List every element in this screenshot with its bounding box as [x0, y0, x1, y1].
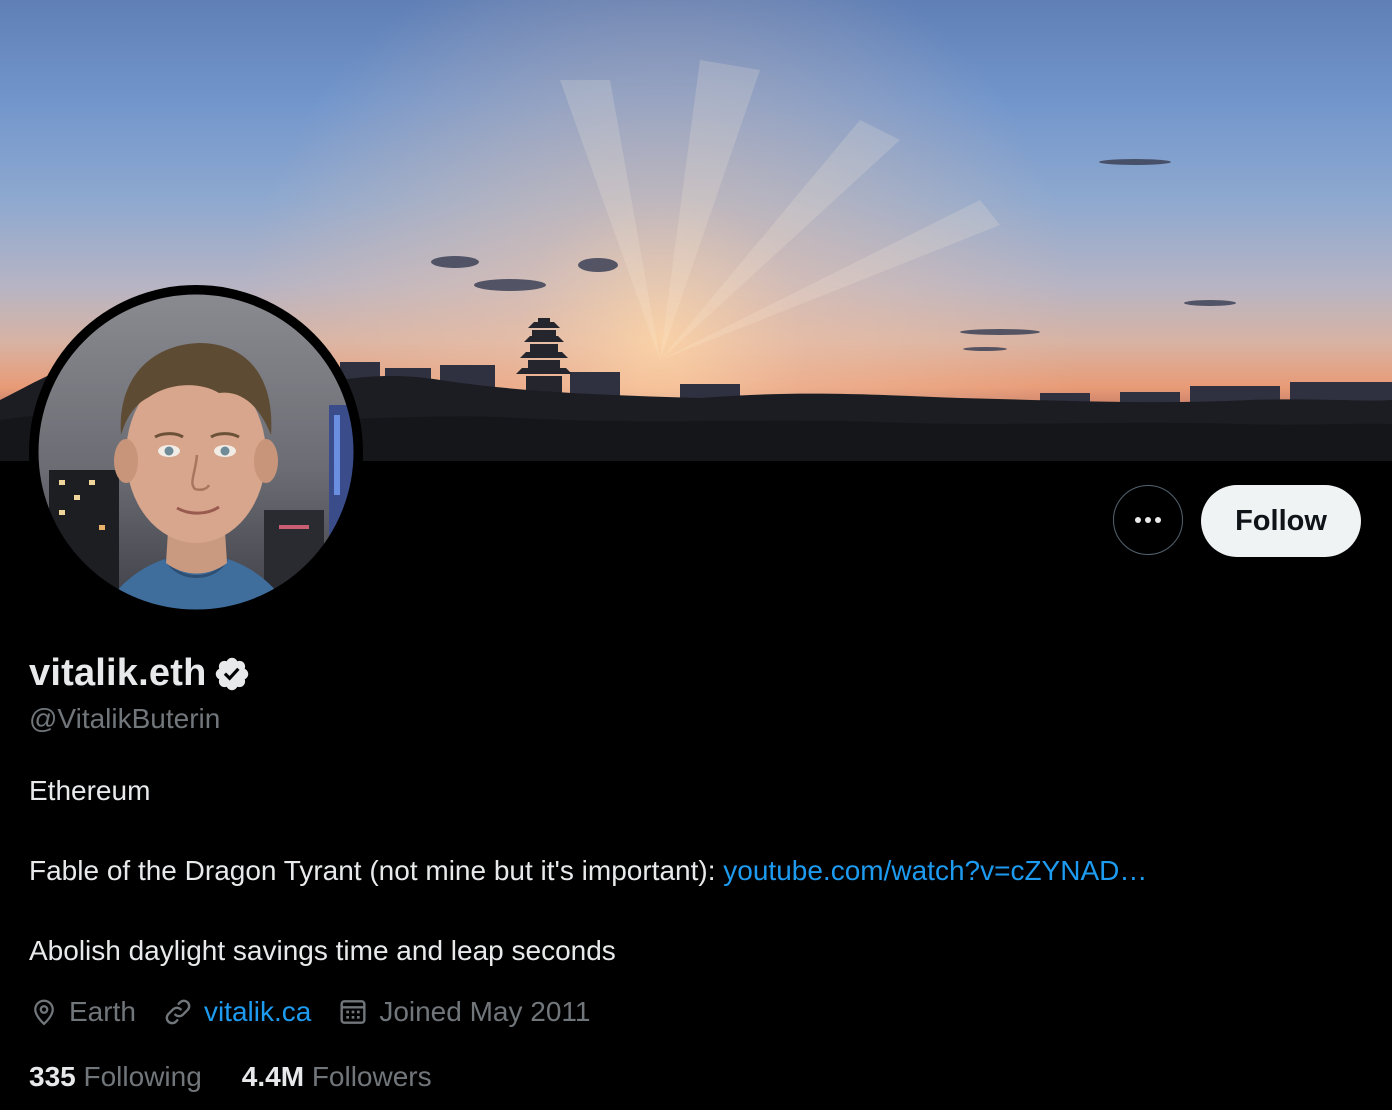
bio-line-1: Ethereum: [29, 775, 151, 806]
joined-item: Joined May 2011: [337, 996, 591, 1028]
website-link[interactable]: vitalik.ca: [204, 996, 311, 1028]
followers-stat[interactable]: 4.4M Followers: [242, 1061, 432, 1093]
location-pin-icon: [34, 999, 54, 1026]
profile-avatar[interactable]: [29, 285, 363, 619]
calendar-icon: [340, 1000, 366, 1024]
website-item: vitalik.ca: [162, 996, 311, 1028]
follow-button[interactable]: Follow: [1201, 485, 1361, 557]
bio-line-2: Fable of the Dragon Tyrant (not mine but…: [29, 855, 1147, 887]
display-name-row: vitalik.eth: [29, 652, 251, 695]
profile-meta: Earth vitalik.ca Joined May 2011: [29, 996, 617, 1028]
link-icon: [165, 999, 191, 1025]
display-name: vitalik.eth: [29, 652, 207, 694]
verified-badge-icon[interactable]: [213, 655, 251, 693]
location-text: Earth: [69, 996, 136, 1027]
followers-label: Followers: [311, 1061, 432, 1092]
bio-line-3: Abolish daylight savings time and leap s…: [29, 935, 616, 966]
following-stat[interactable]: 335 Following: [29, 1061, 202, 1093]
location-item: Earth: [29, 996, 136, 1028]
follow-stats: 335 Following 4.4M Followers: [29, 1061, 472, 1093]
bio-youtube-link[interactable]: youtube.com/watch?v=cZYNAD…: [723, 855, 1147, 886]
more-options-button[interactable]: [1113, 485, 1183, 555]
followers-count: 4.4M: [241, 1061, 305, 1092]
following-label: Following: [83, 1061, 202, 1092]
bio-text: Fable of the Dragon Tyrant (not mine but…: [29, 855, 724, 886]
following-count: 335: [29, 1061, 76, 1092]
profile-handle: @VitalikButerin: [29, 703, 221, 734]
joined-text: Joined May 2011: [379, 996, 591, 1027]
avatar-photo: [29, 285, 363, 619]
more-icon: [1135, 517, 1161, 523]
